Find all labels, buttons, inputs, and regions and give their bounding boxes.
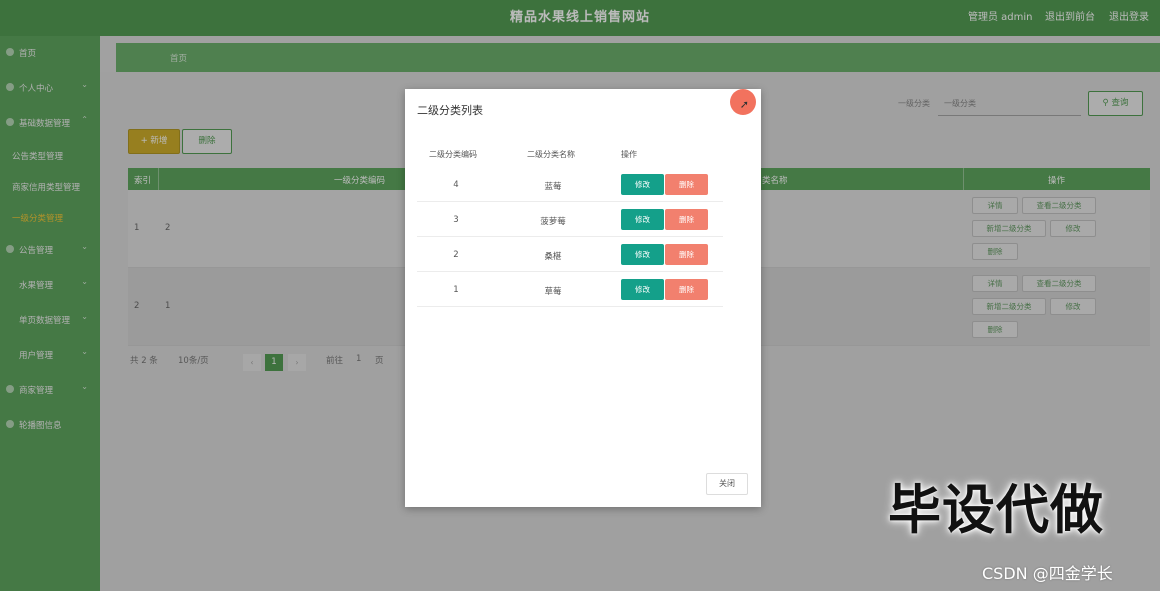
- row-divider: [417, 306, 723, 307]
- mouse-cursor-icon: ➚: [739, 98, 749, 111]
- modal-edit-button[interactable]: 修改: [621, 209, 664, 230]
- row-divider: [417, 201, 723, 202]
- modal-row-code: 3: [453, 215, 459, 225]
- modal-title: 二级分类列表: [417, 104, 483, 117]
- modal-column-header-code: 二级分类编码: [429, 150, 477, 159]
- modal-row-code: 4: [453, 180, 459, 190]
- modal-row-code: 2: [453, 250, 459, 260]
- modal-remove-button[interactable]: 删除: [665, 244, 708, 265]
- modal-remove-button[interactable]: 删除: [665, 174, 708, 195]
- modal-row-name: 桑椹: [544, 252, 562, 262]
- modal-close-button[interactable]: 关闭: [706, 473, 748, 495]
- subcategory-modal: 二级分类列表 ➚ 二级分类编码 二级分类名称 操作 4 蓝莓 修改 删除 3 菠…: [405, 89, 761, 507]
- modal-row-name: 蓝莓: [544, 182, 562, 192]
- modal-row-name: 菠萝莓: [540, 217, 566, 227]
- watermark-text: 毕设代做: [888, 480, 1104, 541]
- csdn-watermark: CSDN @四金学长: [982, 564, 1113, 583]
- modal-edit-button[interactable]: 修改: [621, 174, 664, 195]
- row-divider: [417, 236, 723, 237]
- modal-edit-button[interactable]: 修改: [621, 244, 664, 265]
- modal-row-code: 1: [453, 285, 459, 295]
- row-divider: [417, 271, 723, 272]
- modal-column-header-actions: 操作: [621, 150, 637, 159]
- modal-remove-button[interactable]: 删除: [665, 279, 708, 300]
- modal-row-name: 草莓: [544, 287, 562, 297]
- modal-column-header-name: 二级分类名称: [527, 150, 575, 159]
- modal-edit-button[interactable]: 修改: [621, 279, 664, 300]
- modal-remove-button[interactable]: 删除: [665, 209, 708, 230]
